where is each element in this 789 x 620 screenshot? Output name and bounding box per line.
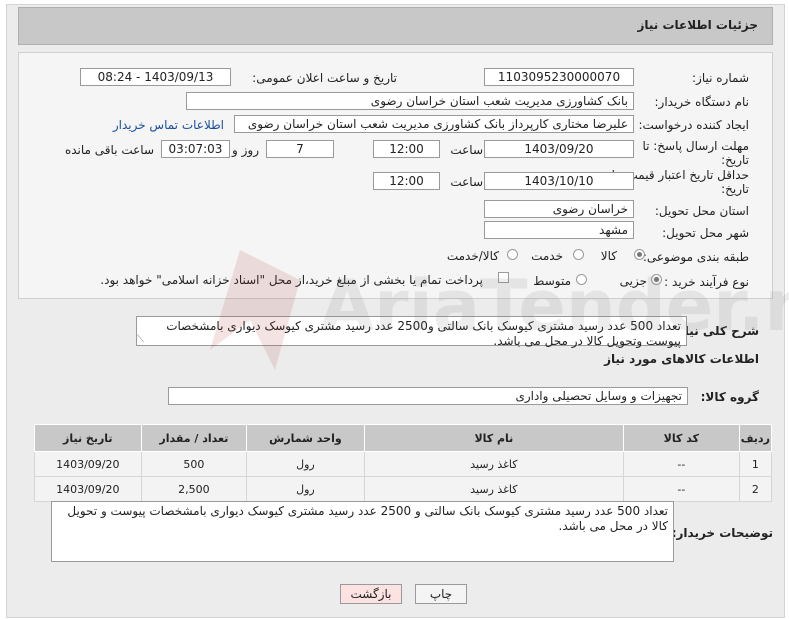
category-radio-goods-service[interactable] bbox=[507, 249, 518, 260]
back-button[interactable]: بازگشت bbox=[340, 584, 402, 604]
price-validity-date-field[interactable]: 1403/10/10 bbox=[484, 172, 634, 190]
cell-row-number: 1 bbox=[738, 451, 773, 477]
cell-unit: رول bbox=[246, 451, 365, 477]
category-radio-service[interactable] bbox=[573, 249, 584, 260]
column-header-name: نام کالا bbox=[363, 424, 625, 452]
announce-datetime-label: تاریخ و ساعت اعلان عمومی: bbox=[252, 71, 397, 85]
announce-datetime-field[interactable]: 1403/09/13 - 08:24 bbox=[80, 68, 231, 86]
cell-code: -- bbox=[623, 451, 740, 477]
days-remaining-field[interactable]: 7 bbox=[266, 140, 334, 158]
treasury-payment-checkbox[interactable] bbox=[498, 272, 509, 283]
panel-header: جزئیات اطلاعات نیاز bbox=[18, 7, 773, 45]
creator-label: ایجاد کننده درخواست: bbox=[638, 118, 749, 132]
send-deadline-time-label: ساعت bbox=[450, 143, 483, 157]
cell-quantity: 2,500 bbox=[140, 476, 248, 502]
category-radio-goods[interactable] bbox=[634, 249, 645, 260]
process-radio-partial[interactable] bbox=[651, 274, 662, 285]
cell-need-date: 1403/09/20 bbox=[34, 476, 142, 502]
send-deadline-date-label: تاریخ: bbox=[721, 153, 749, 167]
buyer-org-field[interactable]: بانک کشاورزی مدیریت شعب استان خراسان رضو… bbox=[186, 92, 634, 110]
send-deadline-label: مهلت ارسال پاسخ: تا bbox=[642, 139, 749, 153]
send-deadline-time-field[interactable]: 12:00 bbox=[373, 140, 440, 158]
cell-code: -- bbox=[623, 476, 740, 502]
cell-quantity: 500 bbox=[140, 451, 248, 477]
category-option-goods: کالا bbox=[600, 249, 617, 263]
process-radio-medium[interactable] bbox=[576, 274, 587, 285]
treasury-payment-note: پرداخت تمام یا بخشی از مبلغ خرید،از محل … bbox=[100, 273, 483, 287]
column-header-unit: واحد شمارش bbox=[246, 424, 365, 452]
goods-table: ردیف کد کالا نام کالا واحد شمارش تعداد /… bbox=[34, 424, 773, 502]
print-button[interactable]: چاپ bbox=[415, 584, 467, 604]
goods-section-title: اطلاعات کالاهای مورد نیاز bbox=[604, 352, 759, 366]
city-label: شهر محل تحویل: bbox=[662, 226, 749, 240]
page-title: جزئیات اطلاعات نیاز bbox=[637, 18, 758, 32]
price-validity-date-label: تاریخ: bbox=[721, 182, 749, 196]
column-header-quantity: تعداد / مقدار bbox=[140, 424, 248, 452]
process-type-label: نوع فرآیند خرید : bbox=[664, 275, 749, 289]
province-label: استان محل تحویل: bbox=[654, 204, 749, 218]
remaining-time-field[interactable]: 03:07:03 bbox=[161, 140, 230, 158]
resize-handle-icon[interactable]: ⟋ bbox=[137, 334, 144, 345]
table-row[interactable]: 2 -- کاغذ رسید رول 2,500 1403/09/20 bbox=[34, 476, 773, 502]
goods-table-header: ردیف کد کالا نام کالا واحد شمارش تعداد /… bbox=[34, 424, 773, 452]
province-field[interactable]: خراسان رضوی bbox=[484, 200, 634, 218]
column-header-code: کد کالا bbox=[623, 424, 740, 452]
buyer-contact-link[interactable]: اطلاعات تماس خریدار bbox=[113, 118, 224, 132]
process-option-medium: متوسط bbox=[533, 274, 571, 288]
need-number-field[interactable]: 1103095230000070 bbox=[484, 68, 634, 86]
remaining-time-label: ساعت باقی مانده bbox=[64, 143, 154, 157]
category-option-service: خدمت bbox=[531, 249, 563, 263]
process-option-partial: جزیی bbox=[619, 274, 647, 288]
cell-name: کاغذ رسید bbox=[363, 476, 625, 502]
buyer-org-label: نام دستگاه خریدار: bbox=[654, 95, 750, 109]
buyer-notes-text[interactable]: تعداد 500 عدد رسید مشتری کیوسک بانک سالت… bbox=[51, 501, 674, 562]
price-validity-time-field[interactable]: 12:00 bbox=[373, 172, 440, 190]
send-deadline-date-field[interactable]: 1403/09/20 bbox=[484, 140, 634, 158]
column-header-row-number: ردیف bbox=[738, 424, 773, 452]
goods-group-field[interactable]: تجهیزات و وسایل تحصیلی واداری bbox=[168, 387, 688, 405]
buyer-notes-label: توضیحات خریدار: bbox=[671, 526, 773, 540]
need-number-label: شماره نیاز: bbox=[692, 71, 749, 85]
goods-group-label: گروه کالا: bbox=[700, 390, 759, 404]
creator-field[interactable]: علیرضا مختاری کارپرداز بانک کشاورزی مدیر… bbox=[234, 115, 634, 133]
cell-unit: رول bbox=[246, 476, 365, 502]
category-label: طبقه بندی موضوعی: bbox=[642, 250, 749, 264]
table-row[interactable]: 1 -- کاغذ رسید رول 500 1403/09/20 bbox=[34, 451, 773, 477]
cell-need-date: 1403/09/20 bbox=[34, 451, 142, 477]
city-field[interactable]: مشهد bbox=[484, 221, 634, 239]
cell-name: کاغذ رسید bbox=[363, 451, 625, 477]
days-label: روز و bbox=[232, 143, 259, 157]
price-validity-time-label: ساعت bbox=[450, 175, 483, 189]
need-summary-text[interactable]: تعداد 500 عدد رسید مشتری کیوسک بانک سالت… bbox=[136, 316, 687, 348]
cell-row-number: 2 bbox=[738, 476, 773, 502]
column-header-need-date: تاریخ نیاز bbox=[34, 424, 142, 452]
category-option-goods-service: کالا/خدمت bbox=[446, 249, 499, 263]
